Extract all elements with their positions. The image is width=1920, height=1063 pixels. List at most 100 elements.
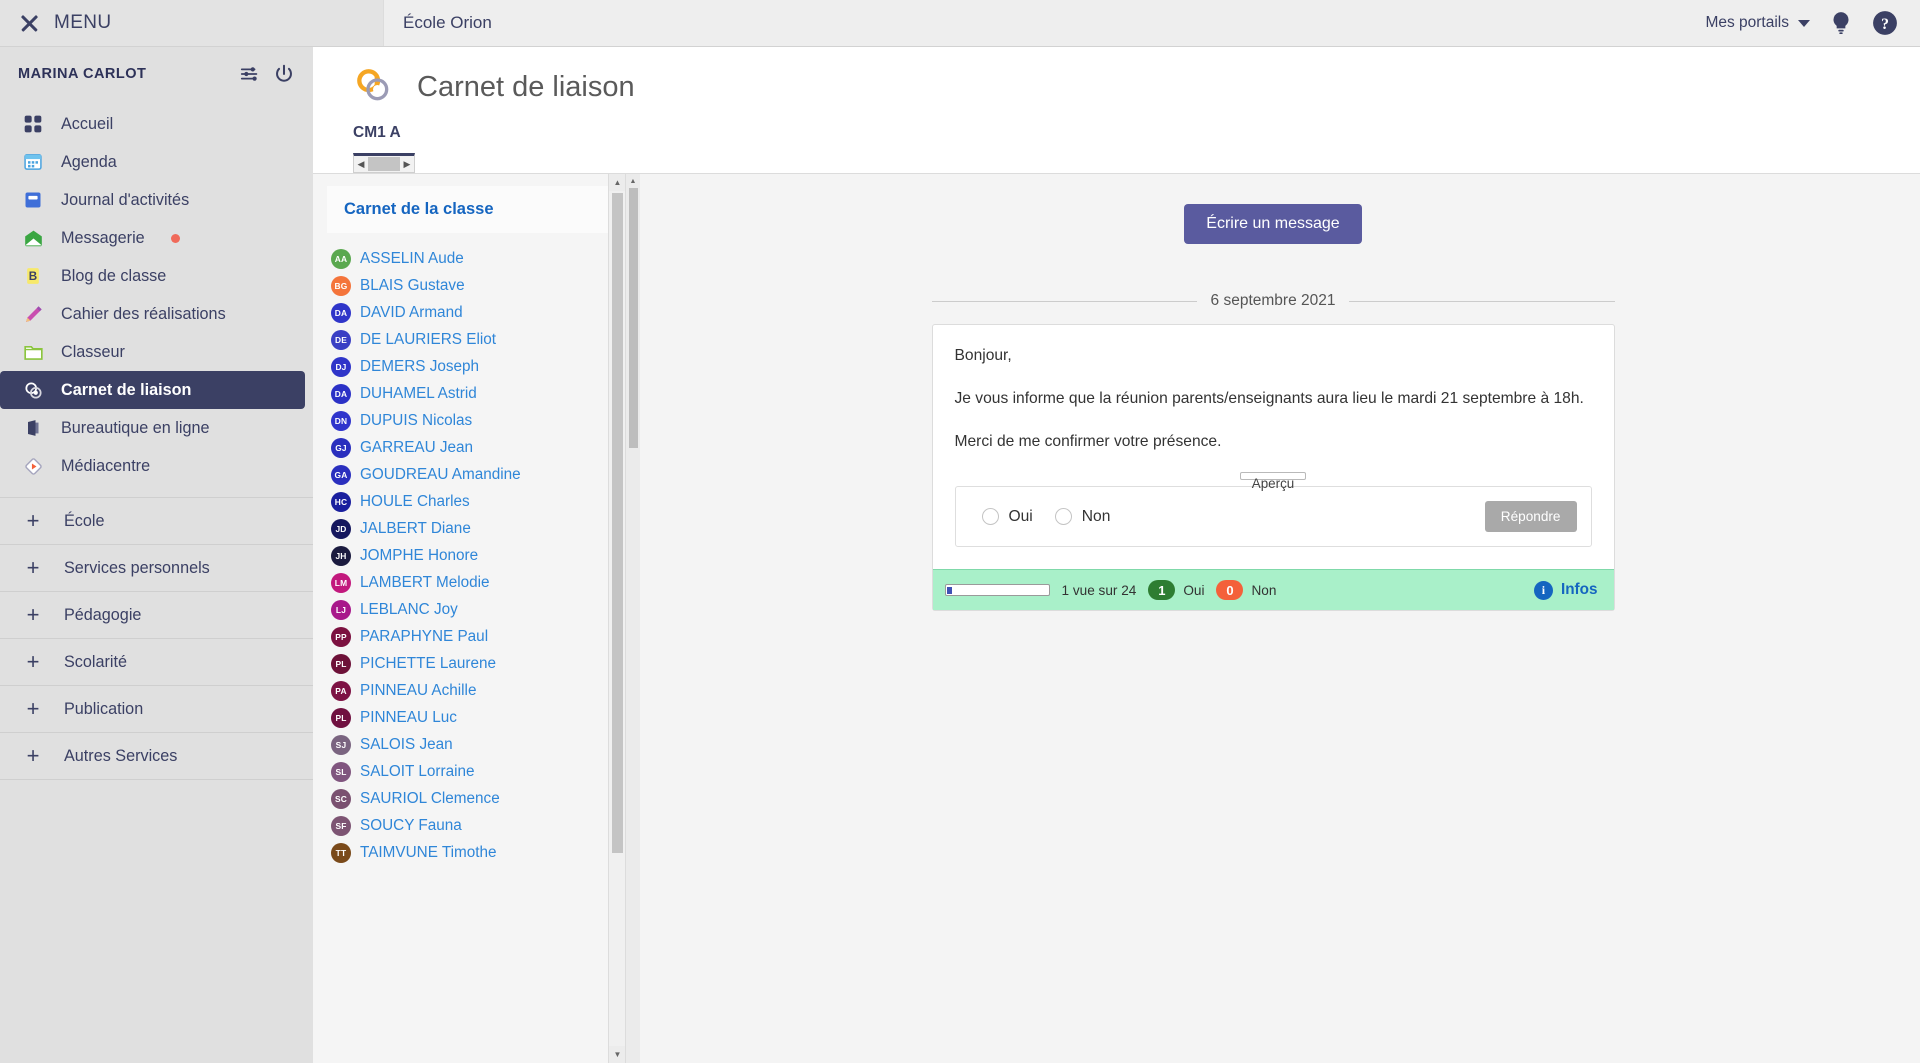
list-item[interactable]: DADUHAMEL Astrid: [313, 380, 625, 407]
sidebar-item-agenda[interactable]: Agenda: [0, 143, 313, 181]
help-question-icon[interactable]: ?: [1872, 10, 1898, 36]
page-title-row: Carnet de liaison: [353, 65, 1920, 110]
sidebar-item-classeur[interactable]: Classeur: [0, 333, 313, 371]
sidebar-group-publication[interactable]: + Publication: [0, 686, 313, 733]
sidebar-group-pedagogie[interactable]: + Pédagogie: [0, 592, 313, 639]
sidebar-group-autres-services[interactable]: + Autres Services: [0, 733, 313, 780]
feed-inner: Écrire un message 6 septembre 2021 Bonjo…: [932, 204, 1615, 611]
list-item[interactable]: DJDEMERS Joseph: [313, 353, 625, 380]
list-item[interactable]: LMLAMBERT Melodie: [313, 569, 625, 596]
list-item[interactable]: PAPINNEAU Achille: [313, 677, 625, 704]
avatar: JD: [331, 519, 351, 539]
divider-line: [1349, 301, 1614, 302]
sidebar-group-ecole[interactable]: + École: [0, 498, 313, 545]
date-label: 6 septembre 2021: [1211, 292, 1336, 310]
plus-icon: +: [26, 510, 40, 532]
list-item[interactable]: PLPICHETTE Laurene: [313, 650, 625, 677]
sidebar-group-services-personnels[interactable]: + Services personnels: [0, 545, 313, 592]
pencil-icon: [22, 303, 44, 325]
list-item[interactable]: JHJOMPHE Honore: [313, 542, 625, 569]
poll-option-oui[interactable]: Oui: [982, 508, 1033, 526]
avatar: PL: [331, 708, 351, 728]
student-name: DE LAURIERS Eliot: [360, 331, 496, 349]
sidebar-item-carnet-de-liaison[interactable]: Carnet de liaison: [0, 371, 305, 409]
lightbulb-icon[interactable]: [1828, 10, 1854, 36]
sidebar-item-journal[interactable]: Journal d'activités: [0, 181, 313, 219]
message-paragraph: Bonjour,: [955, 345, 1592, 366]
list-item[interactable]: DNDUPUIS Nicolas: [313, 407, 625, 434]
tab-cm1-a[interactable]: CM1 A: [353, 124, 401, 149]
sidebar-item-mediacentre[interactable]: Médiacentre: [0, 447, 313, 485]
plus-icon: +: [26, 604, 40, 626]
sidebar-item-bureautique[interactable]: Bureautique en ligne: [0, 409, 313, 447]
list-item[interactable]: GJGARREAU Jean: [313, 434, 625, 461]
scroll-up-icon[interactable]: ▲: [609, 174, 626, 191]
list-item[interactable]: JDJALBERT Diane: [313, 515, 625, 542]
portals-dropdown[interactable]: Mes portails: [1705, 14, 1810, 32]
scrollbar-thumb[interactable]: [612, 193, 623, 853]
menu-toggle[interactable]: MENU: [0, 0, 383, 46]
scroll-down-icon[interactable]: ▼: [609, 1046, 626, 1063]
sliders-icon[interactable]: [239, 63, 261, 85]
close-x-icon[interactable]: [18, 12, 40, 34]
list-item[interactable]: BGBLAIS Gustave: [313, 272, 625, 299]
student-name: LEBLANC Joy: [360, 601, 458, 619]
sidebar-item-label: Cahier des réalisations: [61, 305, 226, 324]
list-item[interactable]: TTTAIMVUNE Timothe: [313, 839, 625, 866]
feed-scrollbar[interactable]: ▲: [626, 174, 640, 1063]
infos-button[interactable]: i Infos: [1534, 581, 1598, 600]
list-item[interactable]: DADAVID Armand: [313, 299, 625, 326]
avatar: LM: [331, 573, 351, 593]
scroll-left-icon[interactable]: ◀: [354, 156, 368, 172]
list-item[interactable]: SLSALOIT Lorraine: [313, 758, 625, 785]
avatar: SJ: [331, 735, 351, 755]
scrollbar-thumb[interactable]: [629, 188, 638, 448]
list-item[interactable]: SFSOUCY Fauna: [313, 812, 625, 839]
sidebar-item-cahier[interactable]: Cahier des réalisations: [0, 295, 313, 333]
message-card: Bonjour, Je vous informe que la réunion …: [932, 324, 1615, 611]
class-carnet-header[interactable]: Carnet de la classe: [327, 186, 611, 233]
message-stats-bar: 1 vue sur 24 1 Oui 0 Non i Infos: [933, 569, 1614, 610]
radio-icon[interactable]: [982, 508, 999, 525]
student-name: GARREAU Jean: [360, 439, 473, 457]
radio-icon[interactable]: [1055, 508, 1072, 525]
yes-count-badge: 1: [1148, 580, 1175, 600]
student-name: GOUDREAU Amandine: [360, 466, 521, 484]
student-name: SAURIOL Clemence: [360, 790, 500, 808]
list-item[interactable]: PLPINNEAU Luc: [313, 704, 625, 731]
sidebar-item-label: Agenda: [61, 153, 117, 172]
list-item[interactable]: SCSAURIOL Clemence: [313, 785, 625, 812]
scroll-up-icon[interactable]: ▲: [626, 174, 640, 188]
sidebar-item-messagerie[interactable]: Messagerie: [0, 219, 313, 257]
poll-option-non[interactable]: Non: [1055, 508, 1111, 526]
infos-label: Infos: [1561, 581, 1598, 599]
plus-icon: +: [26, 651, 40, 673]
scroll-right-icon[interactable]: ▶: [400, 156, 414, 172]
reply-button[interactable]: Répondre: [1485, 501, 1577, 532]
students-panel: Carnet de la classe AAASSELIN AudeBGBLAI…: [313, 174, 626, 1063]
list-item[interactable]: PPPARAPHYNE Paul: [313, 623, 625, 650]
poll-box: Oui Non Répondre: [955, 486, 1592, 547]
student-name: SOUCY Fauna: [360, 817, 462, 835]
list-item[interactable]: DEDE LAURIERS Eliot: [313, 326, 625, 353]
sidebar-item-accueil[interactable]: Accueil: [0, 105, 313, 143]
list-item[interactable]: LJLEBLANC Joy: [313, 596, 625, 623]
chevron-down-icon: [1798, 20, 1810, 27]
notification-badge-icon: [171, 234, 180, 243]
students-scrollbar[interactable]: ▲ ▼: [608, 174, 625, 1063]
write-message-button[interactable]: Écrire un message: [1184, 204, 1361, 244]
student-name: DUPUIS Nicolas: [360, 412, 472, 430]
sidebar-group-scolarite[interactable]: + Scolarité: [0, 639, 313, 686]
list-item[interactable]: AAASSELIN Aude: [313, 245, 625, 272]
preview-tab[interactable]: Aperçu: [1240, 472, 1306, 480]
sidebar: MARINA CARLOT Accueil Agenda: [0, 47, 313, 1063]
sidebar-item-blog[interactable]: B Blog de classe: [0, 257, 313, 295]
list-item[interactable]: SJSALOIS Jean: [313, 731, 625, 758]
menu-label: MENU: [54, 12, 112, 34]
list-item[interactable]: HCHOULE Charles: [313, 488, 625, 515]
horizontal-scrollbar[interactable]: ◀ ▶: [353, 153, 415, 173]
sidebar-group-label: Autres Services: [64, 747, 177, 766]
list-item[interactable]: GAGOUDREAU Amandine: [313, 461, 625, 488]
power-icon[interactable]: [273, 63, 295, 85]
scrollbar-thumb[interactable]: [368, 157, 400, 171]
